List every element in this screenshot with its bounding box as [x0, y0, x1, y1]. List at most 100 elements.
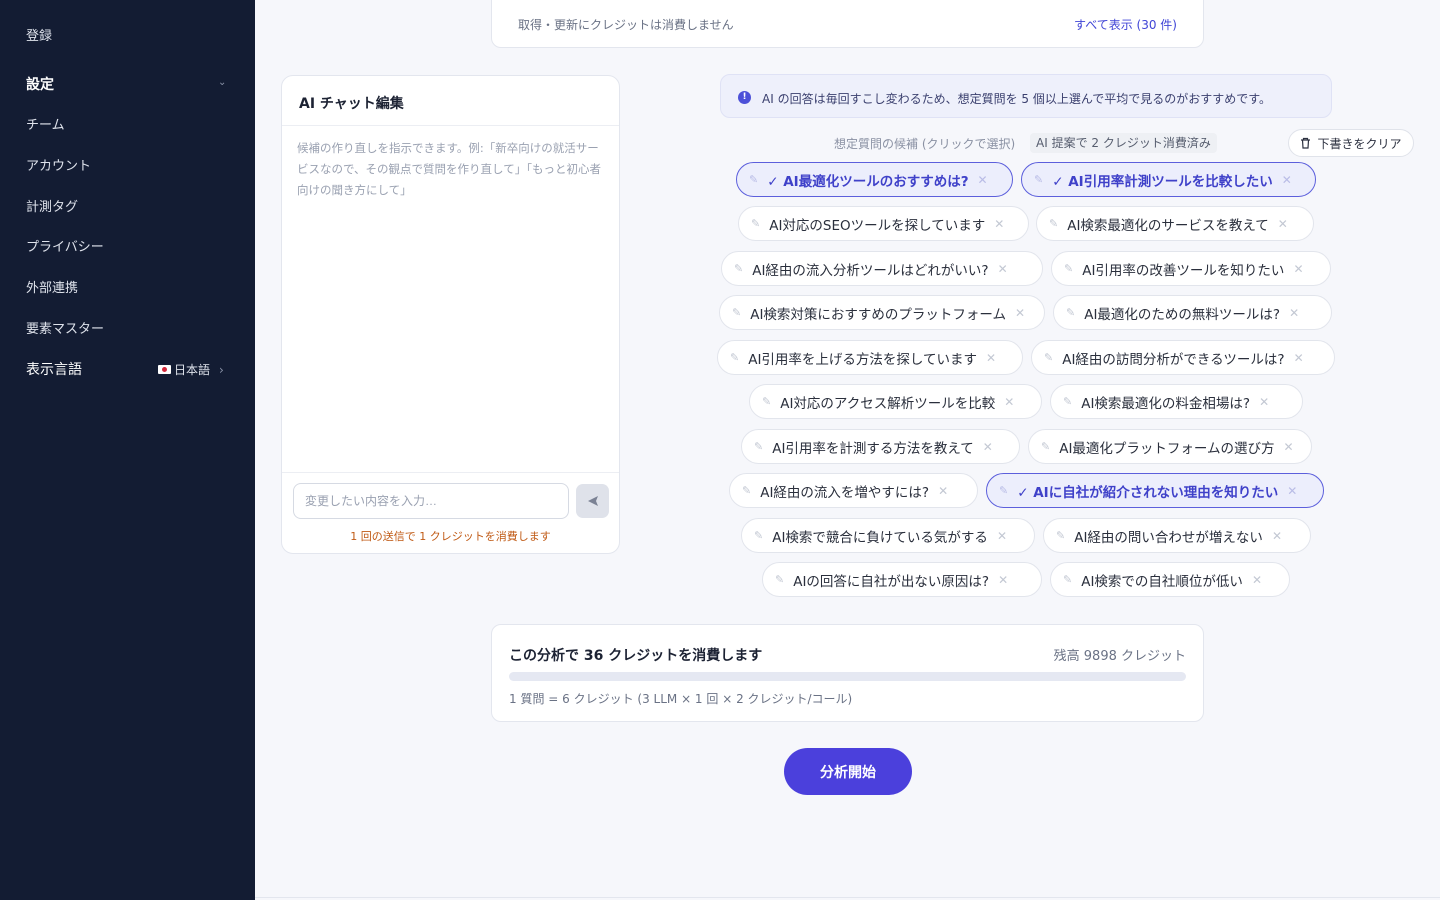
question-chip[interactable]: ✎ AI最適化のための無料ツールは? ✕: [1053, 295, 1332, 330]
question-chip[interactable]: ✎ AI最適化プラットフォームの選び方 ✕: [1028, 429, 1312, 464]
pencil-icon[interactable]: ✎: [1064, 262, 1073, 275]
pencil-icon[interactable]: ✎: [1063, 573, 1072, 586]
pencil-icon[interactable]: ✎: [1056, 529, 1065, 542]
sidebar-item-register[interactable]: 登録: [26, 25, 52, 44]
candidates-label: 想定質問の候補 (クリックで選択): [834, 137, 1016, 151]
sidebar-item-integrations[interactable]: 外部連携: [26, 277, 78, 296]
pencil-icon[interactable]: ✎: [1044, 351, 1053, 364]
question-chip[interactable]: ✎ AI検索で競合に負けている気がする ✕: [741, 518, 1035, 553]
question-chip[interactable]: ✎ AI引用率を上げる方法を探しています ✕: [717, 340, 1023, 375]
pencil-icon[interactable]: ✎: [1063, 395, 1072, 408]
chevron-down-icon[interactable]: ⌄: [218, 77, 226, 88]
question-chip[interactable]: ✎ AI検索最適化のサービスを教えて ✕: [1036, 206, 1314, 241]
sidebar-item-account[interactable]: アカウント: [26, 155, 91, 174]
sidebar-section-language[interactable]: 表示言語: [26, 359, 82, 379]
close-icon[interactable]: ✕: [994, 217, 1004, 231]
question-chip[interactable]: ✎ AI対応のSEOツールを探しています ✕: [738, 206, 1029, 241]
sidebar-item-tracking-tag[interactable]: 計測タグ: [26, 196, 78, 215]
divider: [255, 897, 1440, 898]
question-chip[interactable]: ✎ AI検索最適化の料金相場は? ✕: [1050, 384, 1303, 419]
question-chip[interactable]: ✎ AI検索対策におすすめのプラットフォーム ✕: [719, 295, 1045, 330]
question-chip[interactable]: ✎ ✓ AIに自社が紹介されない理由を知りたい ✕: [986, 473, 1324, 508]
question-chip[interactable]: ✎ AI引用率の改善ツールを知りたい ✕: [1051, 251, 1331, 286]
chat-cost-note: 1 回の送信で 1 クレジットを消費します: [350, 530, 551, 543]
question-text: AI経由の訪問分析ができるツールは?: [1062, 351, 1285, 368]
question-chip[interactable]: ✎ AI経由の問い合わせが増えない ✕: [1043, 518, 1311, 553]
info-icon: !: [738, 91, 751, 104]
close-icon[interactable]: ✕: [1282, 173, 1292, 187]
close-icon[interactable]: ✕: [1278, 217, 1288, 231]
pencil-icon[interactable]: ✎: [775, 573, 784, 586]
pencil-icon[interactable]: ✎: [1066, 306, 1075, 319]
close-icon[interactable]: ✕: [1015, 306, 1025, 320]
pencil-icon[interactable]: ✎: [754, 529, 763, 542]
question-chip[interactable]: ✎ AI経由の流入分析ツールはどれがいい? ✕: [721, 251, 1043, 286]
question-text: AI引用率を計測する方法を教えて: [772, 440, 974, 457]
credit-badge: AI 提案で 2 クレジット消費済み: [1030, 133, 1217, 153]
japan-flag-icon: [158, 365, 171, 374]
close-icon[interactable]: ✕: [1259, 395, 1269, 409]
pencil-icon[interactable]: ✎: [734, 262, 743, 275]
close-icon[interactable]: ✕: [986, 351, 996, 365]
pencil-icon[interactable]: ✎: [749, 173, 758, 186]
language-selector[interactable]: 日本語 ›: [158, 361, 224, 378]
sidebar-item-privacy[interactable]: プライバシー: [26, 236, 104, 255]
pencil-icon[interactable]: ✎: [742, 484, 751, 497]
pencil-icon[interactable]: ✎: [1049, 217, 1058, 230]
question-text: ✓ AI最適化ツールのおすすめは?: [767, 173, 969, 190]
pencil-icon[interactable]: ✎: [730, 351, 739, 364]
close-icon[interactable]: ✕: [998, 262, 1008, 276]
pencil-icon[interactable]: ✎: [754, 440, 763, 453]
credit-balance: 残高 9898 クレジット: [1053, 649, 1186, 664]
close-icon[interactable]: ✕: [1284, 440, 1294, 454]
divider: [282, 472, 619, 473]
close-icon[interactable]: ✕: [1289, 306, 1299, 320]
sidebar-item-element-master[interactable]: 要素マスター: [26, 318, 104, 337]
pencil-icon[interactable]: ✎: [1041, 440, 1050, 453]
question-text: AI最適化のための無料ツールは?: [1084, 306, 1281, 323]
close-icon[interactable]: ✕: [1294, 351, 1304, 365]
question-text: AI最適化プラットフォームの選び方: [1059, 440, 1275, 457]
pencil-icon[interactable]: ✎: [999, 484, 1008, 497]
question-chip[interactable]: ✎ ✓ AI引用率計測ツールを比較したい ✕: [1021, 162, 1316, 197]
question-chip[interactable]: ✎ AI経由の訪問分析ができるツールは? ✕: [1031, 340, 1335, 375]
question-text: AI引用率の改善ツールを知りたい: [1082, 262, 1285, 279]
question-text: AIの回答に自社が出ない原因は?: [793, 573, 990, 590]
question-chip[interactable]: ✎ ✓ AI最適化ツールのおすすめは? ✕: [736, 162, 1013, 197]
start-analysis-button[interactable]: 分析開始: [784, 748, 912, 795]
close-icon[interactable]: ✕: [938, 484, 948, 498]
cost-headline: この分析で 36 クレジットを消費します: [509, 648, 763, 664]
question-chip[interactable]: ✎ AI検索での自社順位が低い ✕: [1050, 562, 1290, 597]
chat-input[interactable]: [293, 483, 569, 519]
question-chip[interactable]: ✎ AI引用率を計測する方法を教えて ✕: [741, 429, 1020, 464]
close-icon[interactable]: ✕: [1272, 529, 1282, 543]
close-icon[interactable]: ✕: [1004, 395, 1014, 409]
pencil-icon[interactable]: ✎: [751, 217, 760, 230]
question-chip[interactable]: ✎ AI対応のアクセス解析ツールを比較 ✕: [749, 384, 1042, 419]
close-icon[interactable]: ✕: [997, 529, 1007, 543]
close-icon[interactable]: ✕: [1287, 484, 1297, 498]
divider: [282, 125, 619, 126]
close-icon[interactable]: ✕: [1293, 262, 1303, 276]
question-chip[interactable]: ✎ AIの回答に自社が出ない原因は? ✕: [762, 562, 1042, 597]
pencil-icon[interactable]: ✎: [762, 395, 771, 408]
info-text: AI の回答は毎回すこし変わるため、想定質問を 5 個以上選んで平均で見るのがお…: [762, 92, 1272, 106]
close-icon[interactable]: ✕: [998, 573, 1008, 587]
send-button[interactable]: [576, 484, 609, 518]
clear-draft-button[interactable]: 下書きをクリア: [1288, 129, 1414, 157]
question-text: AI経由の流入分析ツールはどれがいい?: [752, 262, 989, 279]
close-icon[interactable]: ✕: [983, 440, 993, 454]
question-text: AI検索での自社順位が低い: [1081, 573, 1243, 590]
chat-hint: 候補の作り直しを指示できます。例:「新卒向けの就活サービスなので、その観点で質問…: [297, 141, 601, 197]
history-card: 取得・更新にクレジットは消費しません すべて表示 (30 件): [491, 0, 1204, 48]
credit-usage-bar: [509, 672, 1186, 681]
pencil-icon[interactable]: ✎: [732, 306, 741, 319]
close-icon[interactable]: ✕: [978, 173, 988, 187]
sidebar-item-team[interactable]: チーム: [26, 114, 65, 133]
pencil-icon[interactable]: ✎: [1034, 173, 1043, 186]
clear-draft-label: 下書きをクリア: [1317, 136, 1402, 151]
sidebar-section-settings[interactable]: 設定: [26, 74, 54, 94]
close-icon[interactable]: ✕: [1252, 573, 1262, 587]
question-chip[interactable]: ✎ AI経由の流入を増やすには? ✕: [729, 473, 978, 508]
view-all-link[interactable]: すべて表示 (30 件): [1074, 16, 1177, 33]
